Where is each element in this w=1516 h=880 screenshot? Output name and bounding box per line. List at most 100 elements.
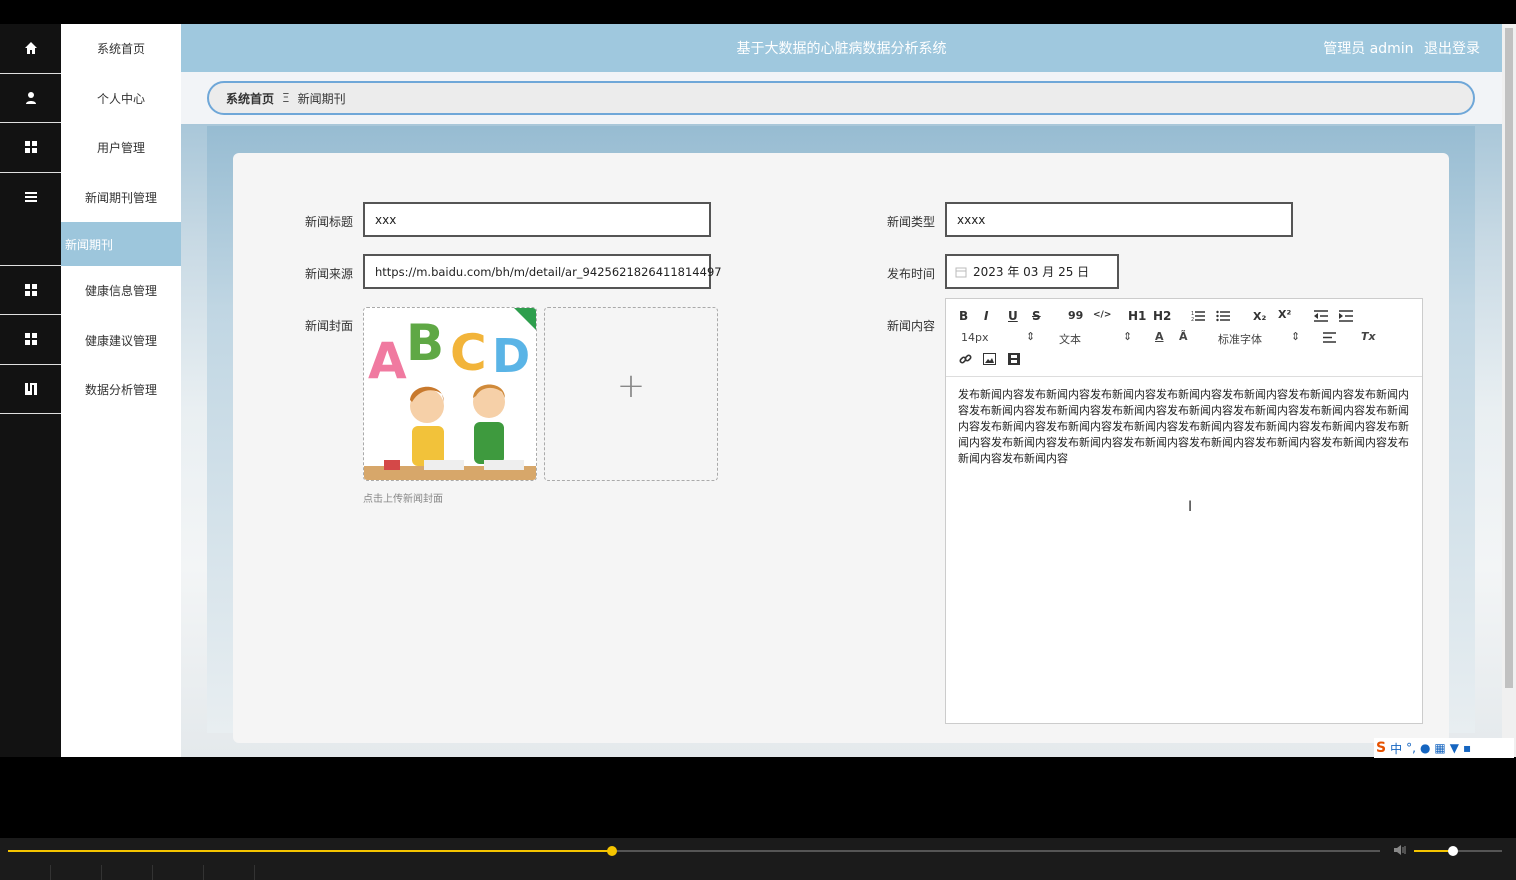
- source-input[interactable]: https://m.baidu.com/bh/m/detail/ar_94256…: [363, 254, 722, 289]
- source-label: 新闻来源: [305, 267, 354, 281]
- blockquote-button[interactable]: 99: [1068, 309, 1083, 322]
- breadcrumb-separator: Ξ: [282, 91, 290, 105]
- keyboard-icon[interactable]: ▦: [1434, 741, 1445, 755]
- cover-illustration: A B C D: [364, 308, 536, 480]
- progress-track[interactable]: [8, 846, 1380, 856]
- subscript-button[interactable]: X₂: [1253, 310, 1266, 323]
- player-control[interactable]: [204, 865, 255, 880]
- volume-icon[interactable]: [1393, 843, 1407, 857]
- plus-icon: +: [616, 366, 646, 406]
- volume-knob[interactable]: [1447, 846, 1458, 856]
- bold-button[interactable]: B: [959, 309, 968, 323]
- cover-upload-hint: 点击上传新闻封面: [363, 494, 443, 505]
- cover-letter-b: B: [406, 314, 444, 372]
- title-label: 新闻标题: [305, 215, 354, 229]
- progress-knob[interactable]: [606, 846, 617, 856]
- rail-users[interactable]: [0, 123, 61, 173]
- italic-button[interactable]: I: [984, 309, 988, 323]
- bullet-list-icon[interactable]: [1216, 310, 1230, 322]
- editor-content[interactable]: 发布新闻内容发布新闻内容发布新闻内容发布新闻内容发布新闻内容发布新闻内容发布新闻…: [946, 377, 1422, 477]
- list-icon: [24, 191, 37, 202]
- rich-text-editor: B I U S 99 </> H1 H2 12 X₂ X² 14px ⇕ 文本 …: [945, 298, 1423, 724]
- image-icon[interactable]: [983, 353, 996, 365]
- cover-image-preview[interactable]: A B C D: [363, 307, 537, 481]
- rail-health-info[interactable]: [0, 266, 61, 315]
- breadcrumb: 系统首页 Ξ 新闻期刊: [207, 81, 1475, 115]
- progress-fill: [8, 850, 612, 852]
- rail-news[interactable]: [0, 173, 61, 266]
- sidebar-subitem-news[interactable]: 新闻期刊: [61, 222, 181, 266]
- page-scrollbar-thumb[interactable]: [1505, 28, 1513, 688]
- ime-toolbar: S 中 °, ● ▦ ▼ ▪: [1374, 738, 1514, 758]
- font-family-select[interactable]: 标准字体: [1218, 331, 1262, 347]
- user-icon: [25, 91, 36, 104]
- sidebar-item-home[interactable]: 系统首页: [61, 24, 181, 74]
- code-block-button[interactable]: </>: [1093, 310, 1111, 320]
- link-icon[interactable]: [959, 353, 972, 366]
- grid-icon: [24, 333, 37, 346]
- date-input[interactable]: 2023 年 03 月 25 日: [945, 254, 1119, 289]
- sidebar-item-health-advice[interactable]: 健康建议管理: [61, 316, 181, 366]
- cover-upload-button[interactable]: +: [544, 307, 718, 481]
- icon-rail: [0, 24, 61, 757]
- cover-letter-d: D: [492, 329, 530, 383]
- player-control[interactable]: [102, 865, 153, 880]
- editor-toolbar: B I U S 99 </> H1 H2 12 X₂ X² 14px ⇕ 文本 …: [946, 299, 1422, 377]
- book-icon: [24, 382, 37, 395]
- volume-track[interactable]: [1414, 846, 1502, 856]
- heading1-button[interactable]: H1: [1128, 309, 1146, 323]
- sidebar-item-health-info[interactable]: 健康信息管理: [61, 266, 181, 316]
- microphone-icon[interactable]: ●: [1420, 741, 1430, 755]
- skin-icon[interactable]: ▼: [1450, 741, 1459, 755]
- news-form-card: 新闻标题 xxx 新闻类型 xxxx 新闻来源 https://m.baidu.…: [233, 153, 1449, 743]
- ime-logo-icon[interactable]: S: [1376, 740, 1386, 756]
- font-color-icon[interactable]: A: [1155, 330, 1164, 343]
- ime-punctuation-toggle[interactable]: °,: [1406, 741, 1416, 755]
- calendar-icon: [955, 267, 967, 277]
- clean-format-button[interactable]: Tx: [1361, 330, 1376, 343]
- rail-user[interactable]: [0, 74, 61, 123]
- player-control[interactable]: [0, 865, 51, 880]
- outdent-icon[interactable]: [1314, 310, 1328, 322]
- header-chevron-icon[interactable]: ⇕: [1123, 330, 1132, 343]
- ime-language-toggle[interactable]: 中: [1390, 740, 1402, 757]
- sidebar-item-news-manage[interactable]: 新闻期刊管理: [61, 173, 181, 223]
- player-control[interactable]: [153, 865, 204, 880]
- align-icon[interactable]: [1323, 332, 1336, 343]
- user-area: 管理员 admin 退出登录: [1317, 38, 1480, 58]
- rail-analysis[interactable]: [0, 365, 61, 414]
- superscript-button[interactable]: X²: [1278, 308, 1291, 321]
- type-input[interactable]: xxxx: [945, 202, 1293, 237]
- text-cursor-icon: I: [1188, 499, 1193, 515]
- sidebar-item-analysis[interactable]: 数据分析管理: [61, 365, 181, 415]
- breadcrumb-current: 新闻期刊: [297, 91, 346, 106]
- rail-health-advice[interactable]: [0, 315, 61, 365]
- background-color-icon[interactable]: Ã: [1179, 330, 1188, 343]
- ordered-list-icon[interactable]: 12: [1191, 310, 1205, 322]
- grid-icon: [24, 141, 37, 154]
- logout-link[interactable]: 退出登录: [1424, 41, 1480, 57]
- screen: 系统首页 个人中心 用户管理 新闻期刊管理 新闻期刊 健康信息管理 健康建议管理…: [0, 0, 1516, 880]
- player-control[interactable]: [51, 865, 102, 880]
- sidebar-item-users[interactable]: 用户管理: [61, 123, 181, 173]
- strike-button[interactable]: S: [1032, 309, 1041, 323]
- underline-button[interactable]: U: [1008, 309, 1018, 323]
- sidebar-item-profile[interactable]: 个人中心: [61, 74, 181, 124]
- breadcrumb-home[interactable]: 系统首页: [226, 90, 274, 107]
- page-scrollbar[interactable]: [1502, 24, 1516, 757]
- header-select[interactable]: 文本: [1059, 331, 1081, 347]
- video-icon[interactable]: [1008, 353, 1020, 365]
- cover-label: 新闻封面: [305, 319, 354, 333]
- title-input[interactable]: xxx: [363, 202, 711, 237]
- toolbox-icon[interactable]: ▪: [1463, 741, 1471, 755]
- font-size-chevron-icon[interactable]: ⇕: [1026, 330, 1035, 343]
- type-label: 新闻类型: [887, 215, 936, 229]
- user-label: 管理员 admin: [1323, 41, 1414, 57]
- rail-home[interactable]: [0, 24, 61, 74]
- indent-icon[interactable]: [1339, 310, 1353, 322]
- heading2-button[interactable]: H2: [1153, 309, 1171, 323]
- font-size-select[interactable]: 14px: [961, 331, 989, 344]
- font-family-chevron-icon[interactable]: ⇕: [1291, 330, 1300, 343]
- svg-text:2: 2: [1191, 317, 1194, 322]
- date-label: 发布时间: [887, 267, 936, 281]
